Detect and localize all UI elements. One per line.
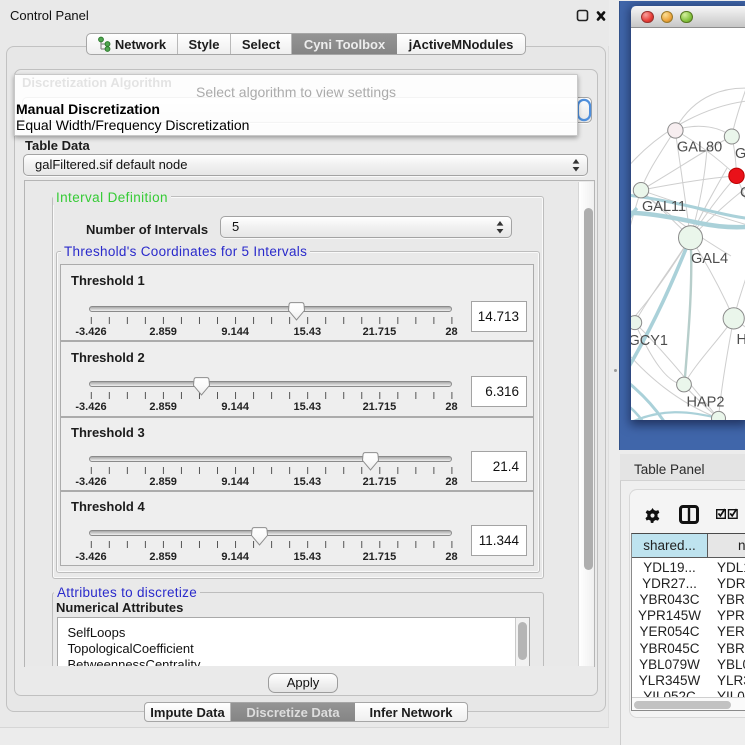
svg-text:GAL80: GAL80 <box>677 140 722 156</box>
svg-text:GA: GA <box>735 146 745 162</box>
svg-text:GCY1: GCY1 <box>631 333 668 349</box>
svg-text:CY: CY <box>740 185 745 201</box>
svg-text:H: H <box>737 332 745 348</box>
svg-text:GAL11: GAL11 <box>642 199 686 215</box>
svg-text:GAL4: GAL4 <box>691 251 728 267</box>
svg-text:HAP2: HAP2 <box>687 395 725 411</box>
